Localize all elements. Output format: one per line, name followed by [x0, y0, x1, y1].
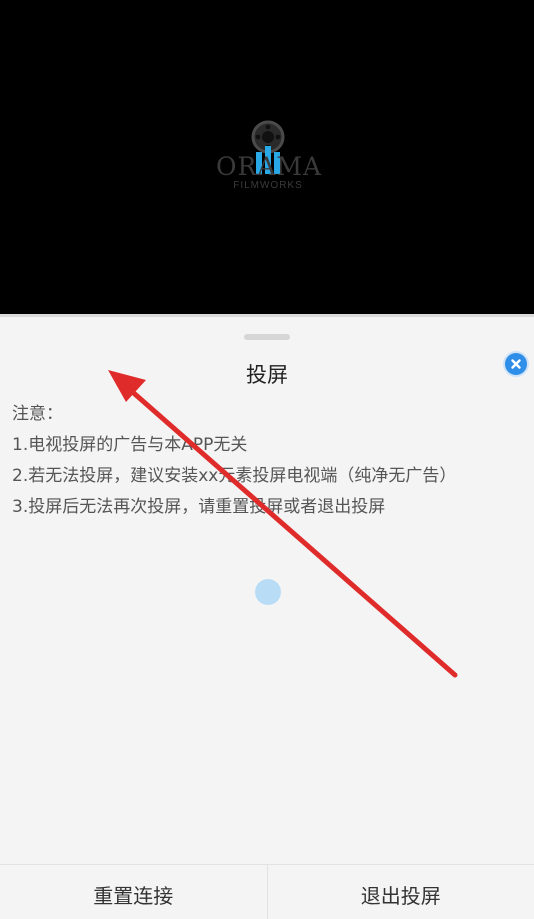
video-player[interactable]: ORAMA FILMWORKS	[0, 0, 534, 314]
close-icon	[505, 353, 527, 375]
sheet-title: 投屏	[0, 359, 534, 389]
reset-connection-button[interactable]: 重置连接	[0, 865, 267, 919]
cast-bottom-sheet: 投屏 注意： 1.电视投屏的广告与本APP无关 2.若无法投屏，建议安装xx元素…	[0, 314, 534, 918]
logo-subtitle: FILMWORKS	[216, 180, 320, 191]
exit-cast-button[interactable]: 退出投屏	[267, 865, 534, 919]
close-button[interactable]	[505, 353, 527, 375]
notice-item: 3.投屏后无法再次投屏，请重置投屏或者退出投屏	[12, 492, 527, 523]
notice-item: 2.若无法投屏，建议安装xx元素投屏电视端（纯净无广告）	[12, 461, 527, 492]
logo-wordmark: ORAMA	[216, 154, 320, 179]
notice-list: 注意： 1.电视投屏的广告与本APP无关 2.若无法投屏，建议安装xx元素投屏电…	[12, 399, 527, 523]
drag-handle[interactable]	[244, 334, 290, 340]
notice-item: 1.电视投屏的广告与本APP无关	[12, 430, 527, 461]
orama-logo: ORAMA FILMWORKS	[216, 120, 320, 196]
loading-spinner-icon	[255, 579, 281, 605]
action-bar: 重置连接 退出投屏	[0, 864, 534, 919]
notice-heading: 注意：	[12, 399, 527, 430]
